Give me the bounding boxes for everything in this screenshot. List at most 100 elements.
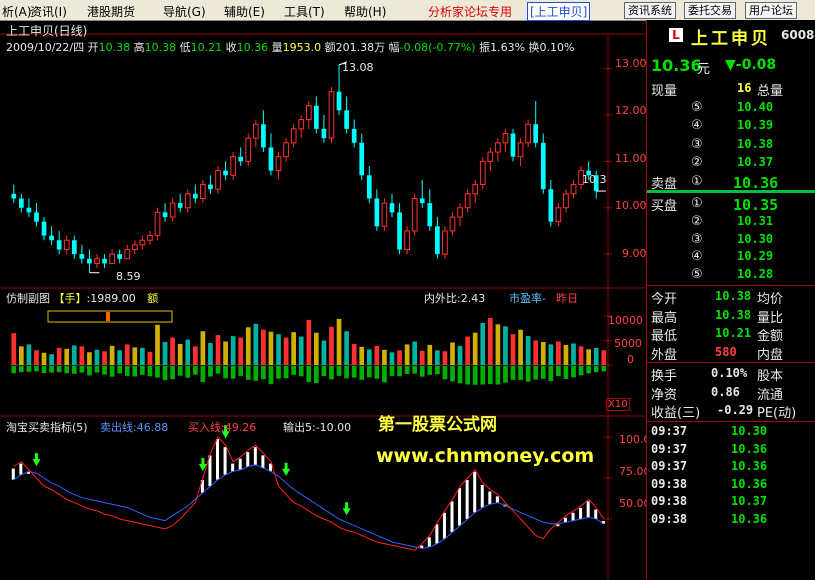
volume-bar-up <box>503 326 508 365</box>
volume-bar-down <box>238 366 244 376</box>
price-unit: 元 <box>697 62 711 77</box>
volume-bar-up <box>132 347 138 365</box>
volume-bar-up <box>563 344 569 365</box>
ind-pillar <box>11 468 15 480</box>
vol-pe: 市盈率- <box>509 292 546 305</box>
info-amp: 1.63% <box>490 41 526 54</box>
ind-pillar <box>465 480 469 519</box>
user-forum-button[interactable]: 用户论坛 <box>745 2 797 19</box>
volume-bar-up <box>79 346 85 365</box>
volume-bar-up <box>571 343 576 365</box>
volume-bar-down <box>223 366 228 379</box>
volume-bar-down <box>291 366 296 375</box>
candle-up <box>495 142 501 153</box>
stat2-label: 收益(三) <box>651 406 701 421</box>
stat-label: 最低 <box>651 329 678 344</box>
volume-bar-up <box>419 350 425 365</box>
volume-bar-up <box>472 332 478 365</box>
volume-bar-up <box>306 319 312 365</box>
volume-bar-down <box>162 366 168 381</box>
stat-label2: 内盘 <box>757 347 784 363</box>
ind-pillar <box>571 512 575 521</box>
ind-pillar <box>216 439 220 480</box>
ohlc-info-bar: 2009/10/22/四 开10.38 高10.38 低10.21 收10.36… <box>6 39 574 55</box>
bid-level: ③ <box>691 231 703 247</box>
tick-time: 09:38 <box>651 476 688 491</box>
candle-down <box>359 142 365 176</box>
menu-help[interactable]: 帮助(H) <box>344 3 386 20</box>
ind-pillar <box>246 452 250 467</box>
volume-bar-down <box>283 366 289 379</box>
info-amt-label: 额 <box>324 41 336 54</box>
candle-up <box>404 230 410 251</box>
volume-bar-up <box>359 346 365 365</box>
ask-level: ② <box>691 155 703 171</box>
volume-bar-down <box>155 366 160 378</box>
candle-up <box>570 184 577 195</box>
trade-button[interactable]: 委托交易 <box>684 2 736 19</box>
volume-bar-up <box>261 329 266 365</box>
menu-navigate[interactable]: 导航(G) <box>163 3 206 20</box>
info-low: 10.21 <box>190 41 223 54</box>
info-system-button[interactable]: 资讯系统 <box>624 2 676 19</box>
volume-bar-up <box>230 336 236 365</box>
tick-time: 09:38 <box>651 494 688 509</box>
candle-up <box>252 123 259 139</box>
stat-label: 最高 <box>651 310 678 326</box>
volume-bar-up <box>556 341 561 365</box>
menu-hk-futures[interactable]: 港股期货 <box>87 3 135 20</box>
candle-up <box>283 142 289 158</box>
candle-up <box>275 156 282 172</box>
volume-bar-down <box>19 366 24 373</box>
menu-tools[interactable]: 工具(T) <box>284 3 325 20</box>
candle-up <box>124 249 131 260</box>
ind-pillar <box>261 455 265 469</box>
menu-info[interactable]: 资讯(I) <box>30 3 67 20</box>
buy-signal-arrow <box>32 453 41 467</box>
volume-bar-down <box>540 366 546 379</box>
menu-assist[interactable]: 辅助(E) <box>224 3 265 20</box>
volume-bar-down <box>412 366 418 374</box>
candle-down <box>540 142 546 190</box>
volume-bar-down <box>140 366 145 375</box>
forum-stock-link[interactable]: [上工申贝] <box>527 2 591 21</box>
ask-level: ③ <box>691 136 703 152</box>
menu-analysis[interactable]: 析(A) <box>2 3 32 20</box>
bid-price: 10.35 <box>733 196 779 214</box>
info-chg-label: 幅 <box>388 41 400 54</box>
candle-up <box>442 230 448 255</box>
candle-up <box>298 119 305 130</box>
stat-label2: 量比 <box>757 310 784 326</box>
candle-down <box>49 235 54 241</box>
volume-bar-down <box>124 366 130 376</box>
candle-up <box>517 142 524 158</box>
bid-price: 10.28 <box>737 267 774 282</box>
vol-tick-0: 0 <box>627 353 634 366</box>
ind-pillar <box>223 447 227 475</box>
candle-up <box>131 244 138 251</box>
tick-price: 10.36 <box>731 512 768 526</box>
vol-prev: 昨日 <box>556 292 578 305</box>
ind-pillar <box>495 496 499 503</box>
candle-down <box>87 258 92 264</box>
volume-bar-down <box>435 366 440 375</box>
menu-bar: 析(A) 资讯(I) 港股期货 导航(G) 辅助(E) 工具(T) 帮助(H) … <box>0 0 815 21</box>
volume-bar-down <box>336 366 342 376</box>
ind-pillar <box>488 491 492 505</box>
stat-label2: 均价 <box>757 292 784 307</box>
chart-panel[interactable]: 上工申贝(日线) 2009/10/22/四 开10.38 高10.38 低10.… <box>0 20 651 580</box>
info-high-label: 高 <box>133 41 145 54</box>
candle-down <box>41 221 47 236</box>
info-vol: 1953.0 <box>282 41 322 54</box>
candle-down <box>26 207 32 213</box>
candle-up <box>479 160 486 186</box>
ind-pillar <box>427 537 431 547</box>
ind-pillar <box>458 488 462 526</box>
candle-up <box>94 258 100 264</box>
volume-bar-down <box>344 366 349 379</box>
candle-up <box>487 151 494 162</box>
info-date: 2009/10/22/四 <box>6 41 85 54</box>
annot-low: 8.59 <box>116 270 141 283</box>
volume-bar-down <box>64 366 70 374</box>
quote-panel: L 上工申贝 60084 10.36 元 ▼-0.08 现量 16 总量 ⑤ 10… <box>646 20 815 580</box>
